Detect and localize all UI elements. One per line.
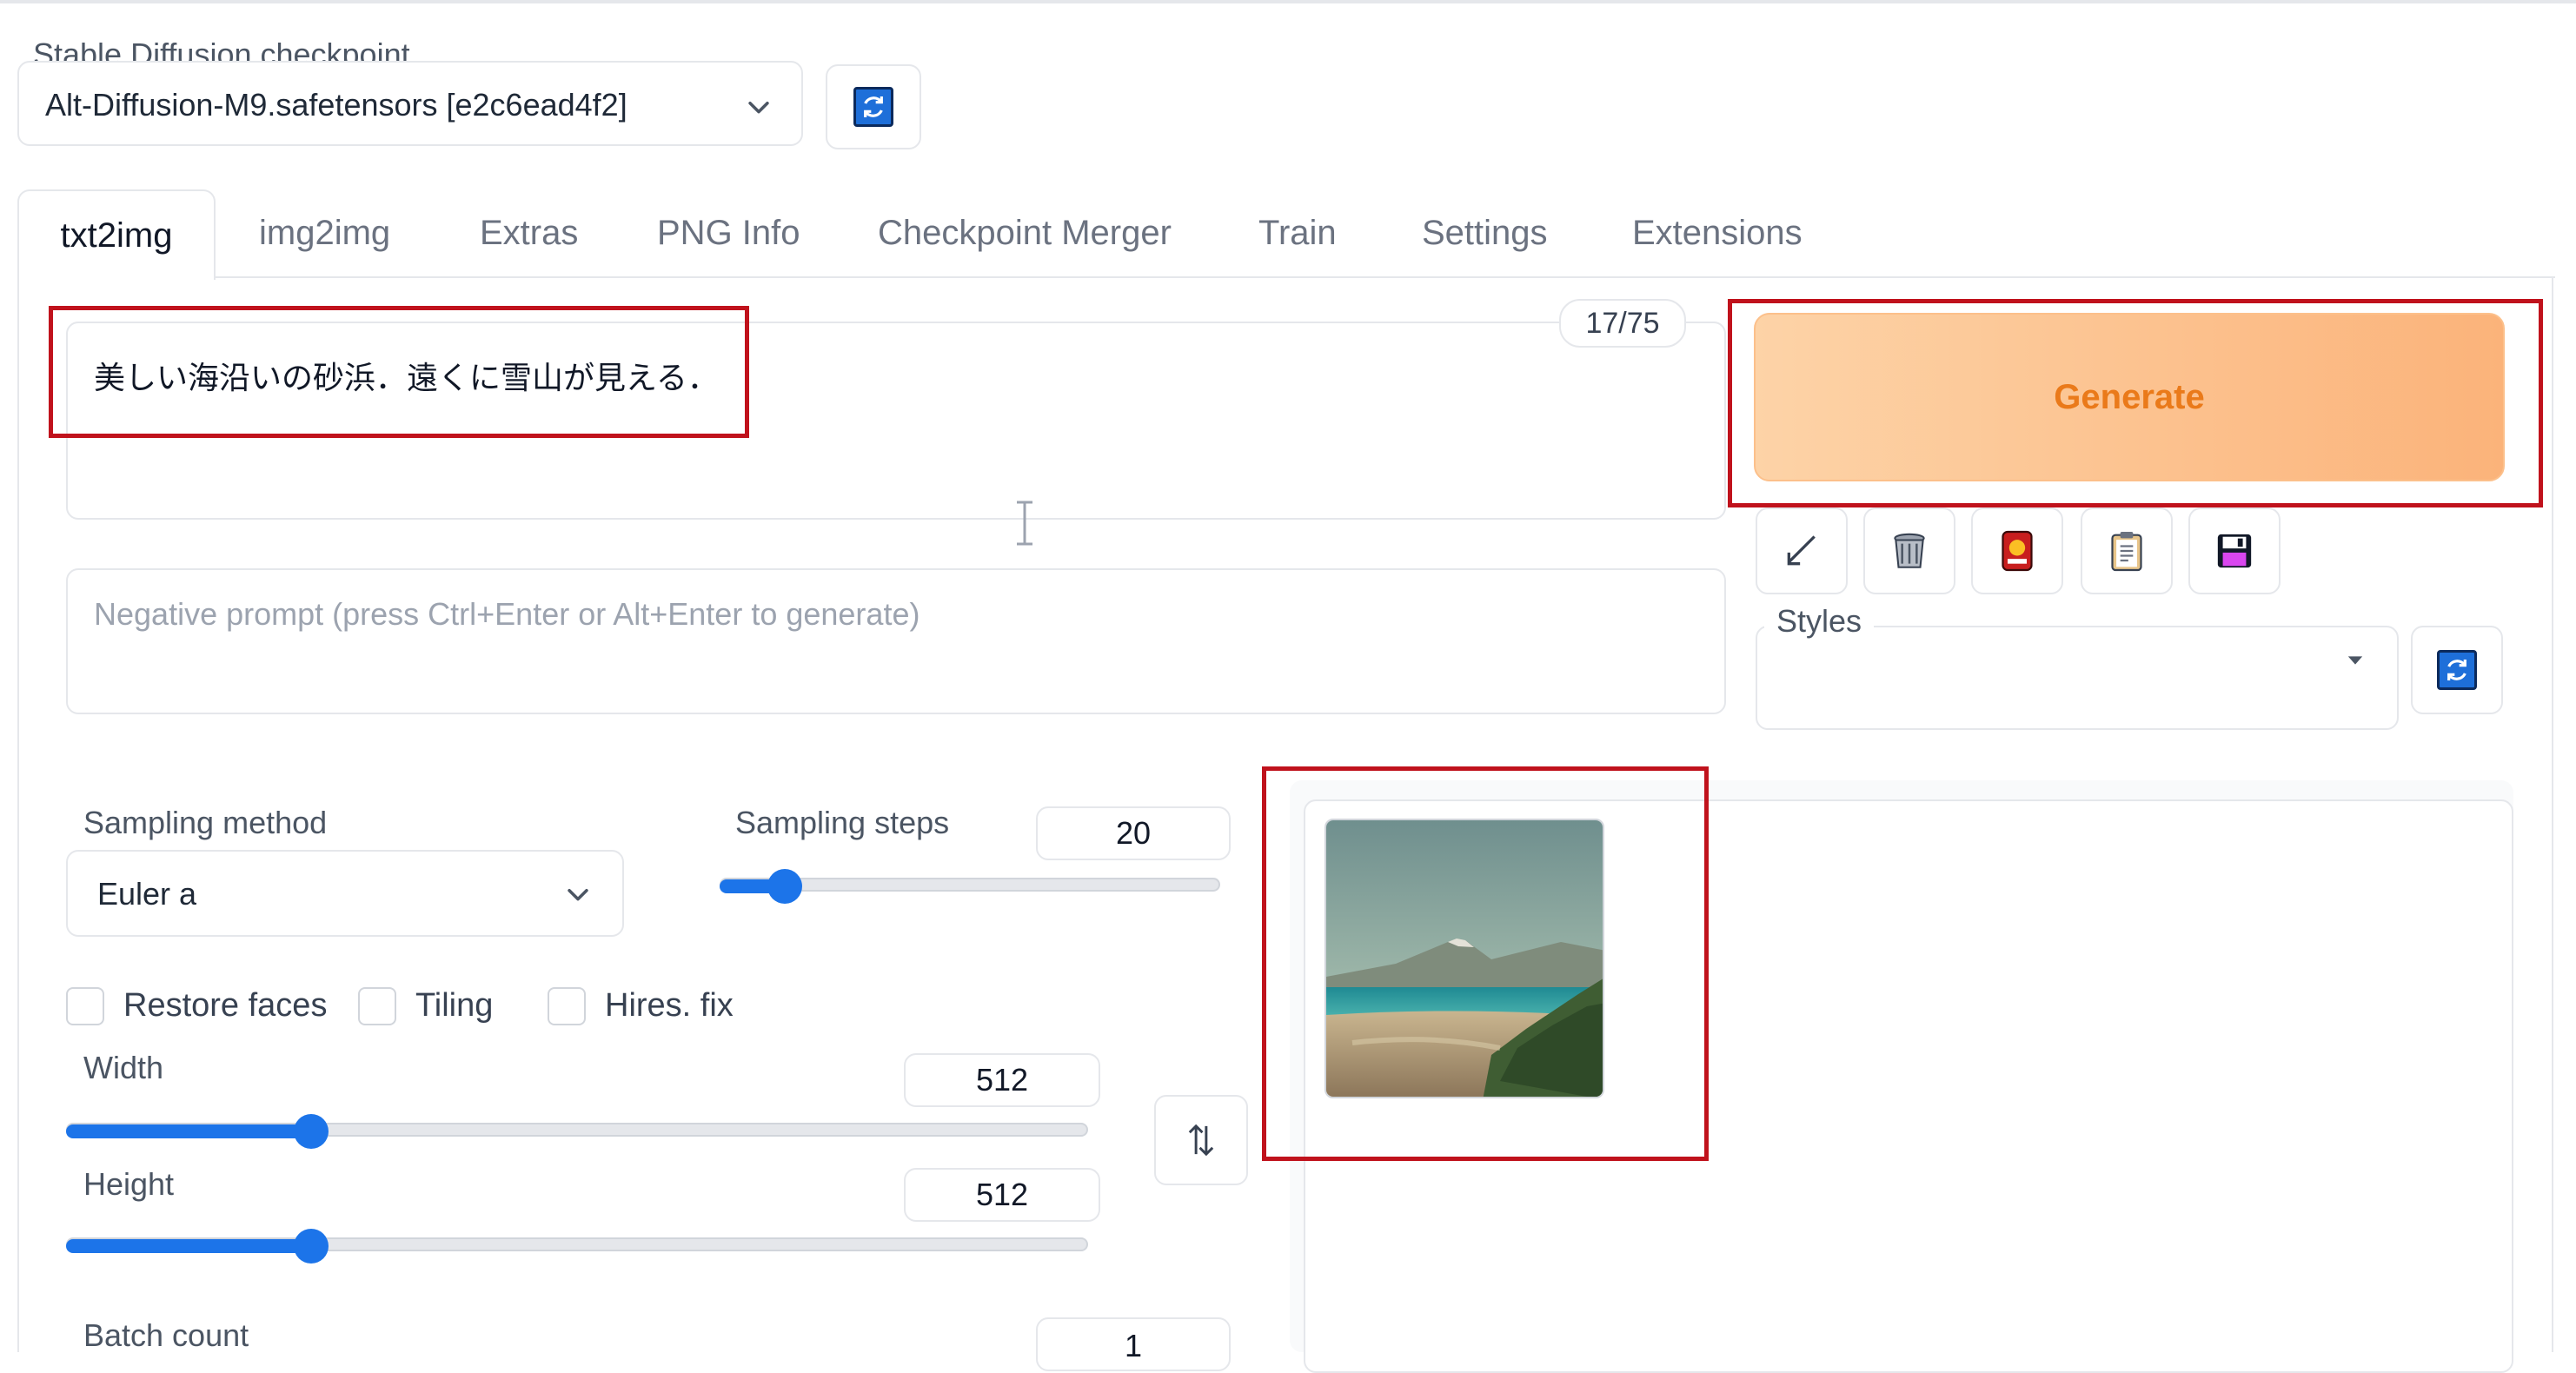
red-card-icon bbox=[2002, 530, 2033, 572]
slider-thumb[interactable] bbox=[294, 1114, 329, 1149]
refresh-styles-button[interactable] bbox=[2411, 626, 2503, 714]
clear-prompt-button[interactable] bbox=[1863, 507, 1955, 594]
tab-settings[interactable]: Settings bbox=[1422, 214, 1548, 253]
sampling-method-dropdown[interactable]: Euler a bbox=[66, 850, 624, 937]
height-slider[interactable] bbox=[66, 1229, 1088, 1264]
sampling-steps-slider[interactable] bbox=[720, 869, 1220, 904]
paste-params-button[interactable] bbox=[1756, 507, 1848, 594]
clipboard-icon bbox=[2111, 532, 2142, 572]
height-input[interactable]: 512 bbox=[904, 1168, 1100, 1222]
height-label: Height bbox=[83, 1166, 175, 1202]
sampling-method-value: Euler a bbox=[97, 876, 197, 912]
refresh-icon bbox=[2437, 650, 2477, 690]
negative-prompt-placeholder: Negative prompt (press Ctrl+Enter or Alt… bbox=[94, 596, 920, 632]
text-cursor-icon bbox=[1017, 501, 1032, 546]
generate-highlight-box bbox=[1728, 299, 2543, 507]
chevron-down-icon bbox=[568, 888, 588, 901]
tab-underline bbox=[17, 276, 2555, 278]
swap-arrows-icon bbox=[1188, 1124, 1214, 1157]
slider-thumb[interactable] bbox=[294, 1229, 329, 1264]
chevron-down-icon bbox=[748, 101, 769, 114]
tiling-label: Tiling bbox=[415, 987, 494, 1024]
slider-thumb[interactable] bbox=[767, 869, 802, 904]
refresh-checkpoint-button[interactable] bbox=[826, 64, 921, 149]
checkpoint-dropdown[interactable]: Alt-Diffusion-M9.safetensors [e2c6ead4f2… bbox=[17, 61, 803, 146]
styles-label: Styles bbox=[1776, 603, 1862, 639]
slider-fill bbox=[66, 1124, 311, 1138]
width-slider[interactable] bbox=[66, 1114, 1088, 1149]
checkpoint-selected: Alt-Diffusion-M9.safetensors [e2c6ead4f2… bbox=[45, 87, 627, 123]
width-label: Width bbox=[83, 1050, 164, 1085]
panel-left-border bbox=[17, 278, 19, 1352]
styles-label-wrap: Styles bbox=[1764, 603, 1875, 640]
top-border bbox=[0, 0, 2576, 3]
show-extra-networks-button[interactable] bbox=[1971, 507, 2063, 594]
prompt-highlight-box bbox=[49, 306, 749, 438]
tab-txt2img[interactable]: txt2img bbox=[17, 189, 216, 280]
panel-right-border bbox=[2552, 278, 2553, 1352]
tab-img2img[interactable]: img2img bbox=[259, 214, 390, 253]
caret-down-icon bbox=[2347, 656, 2363, 665]
hires-fix-label: Hires. fix bbox=[605, 987, 734, 1024]
tab-extensions[interactable]: Extensions bbox=[1632, 214, 1803, 253]
sampling-steps-label: Sampling steps bbox=[735, 805, 950, 840]
image-highlight-box bbox=[1262, 766, 1709, 1161]
batch-count-input[interactable]: 1 bbox=[1036, 1317, 1231, 1371]
save-icon bbox=[2217, 534, 2252, 568]
restore-faces-label: Restore faces bbox=[123, 987, 328, 1024]
token-counter: 17/75 bbox=[1559, 299, 1686, 348]
trash-icon bbox=[1894, 533, 1925, 568]
styles-dropdown[interactable] bbox=[1756, 626, 2399, 730]
apply-styles-button[interactable] bbox=[2081, 507, 2173, 594]
save-style-button[interactable] bbox=[2188, 507, 2281, 594]
sampling-method-label: Sampling method bbox=[83, 805, 328, 840]
tab-extras[interactable]: Extras bbox=[480, 214, 578, 253]
sampling-steps-input[interactable]: 20 bbox=[1036, 806, 1231, 860]
swap-dimensions-button[interactable] bbox=[1154, 1095, 1248, 1185]
tiling-checkbox[interactable] bbox=[358, 987, 396, 1025]
batch-count-label: Batch count bbox=[83, 1317, 249, 1353]
tab-train[interactable]: Train bbox=[1258, 214, 1337, 253]
width-input[interactable]: 512 bbox=[904, 1053, 1100, 1107]
tab-checkpoint-merger[interactable]: Checkpoint Merger bbox=[878, 214, 1172, 253]
hires-fix-checkbox[interactable] bbox=[548, 987, 586, 1025]
slider-fill bbox=[66, 1239, 311, 1253]
refresh-icon bbox=[853, 87, 893, 127]
restore-faces-checkbox[interactable] bbox=[66, 987, 104, 1025]
negative-prompt-textarea[interactable]: Negative prompt (press Ctrl+Enter or Alt… bbox=[66, 568, 1726, 714]
arrow-icon bbox=[1787, 535, 1816, 566]
tab-png-info[interactable]: PNG Info bbox=[657, 214, 800, 253]
